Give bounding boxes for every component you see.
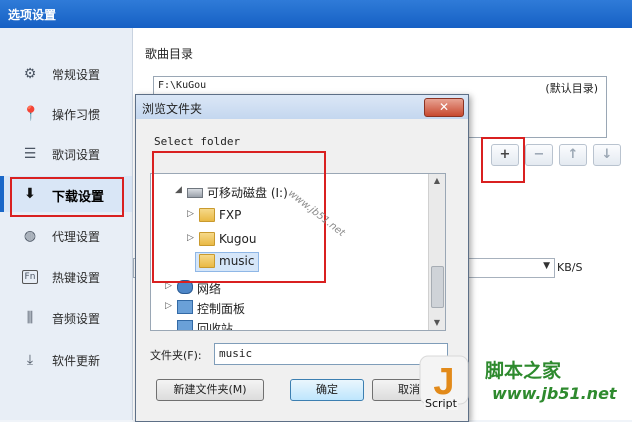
highlight-box-download — [10, 177, 124, 217]
sidebar: ⚙ 常规设置 📍 操作习惯 ☰ 歌词设置 ⬇ 下载设置 ◍ 代理设置 Fn 热键… — [0, 28, 133, 420]
tree-scrollbar[interactable]: ▲ ▼ — [428, 174, 445, 330]
update-icon: ⤓ — [26, 352, 34, 368]
new-folder-button[interactable]: 新建文件夹(M) — [156, 379, 264, 401]
close-icon[interactable]: ✕ — [424, 98, 464, 117]
folder-name-value: music — [219, 347, 253, 360]
sidebar-item-proxy[interactable]: ◍ 代理设置 — [0, 218, 132, 254]
pin-icon: 📍 — [22, 106, 40, 122]
sidebar-item-label: 代理设置 — [52, 230, 101, 244]
scroll-thumb[interactable] — [431, 266, 444, 308]
script-tag: Script — [424, 397, 458, 410]
equalizer-icon: ⫼ — [26, 310, 34, 326]
sidebar-item-label: 歌词设置 — [52, 148, 101, 162]
tree-item-recycle-bin[interactable]: 回收站 — [151, 318, 429, 331]
speed-unit-label: KB/S — [557, 261, 583, 274]
sidebar-item-label: 热键设置 — [52, 271, 101, 285]
sidebar-item-habits[interactable]: 📍 操作习惯 — [0, 96, 132, 132]
tree-item-label: 回收站 — [197, 322, 234, 331]
folder-name-input[interactable]: music — [214, 343, 448, 365]
sidebar-item-audio[interactable]: ⫼ 音频设置 — [0, 300, 132, 336]
sidebar-item-lyrics[interactable]: ☰ 歌词设置 — [0, 136, 132, 172]
chevron-down-icon: ▼ — [543, 261, 550, 271]
site-logo-text: 脚本之家 — [485, 360, 562, 382]
window-title: 选项设置 — [8, 8, 57, 22]
directory-default-note: (默认目录) — [545, 82, 598, 95]
hotkey-icon: Fn — [22, 270, 38, 284]
recycle-bin-icon — [177, 320, 193, 330]
tree-item-label: 控制面板 — [197, 302, 246, 316]
ok-button[interactable]: 确定 — [290, 379, 364, 401]
control-panel-icon — [177, 300, 193, 314]
section-title: 歌曲目录 — [145, 47, 194, 61]
lyrics-icon: ☰ — [23, 146, 37, 162]
move-down-button[interactable]: ↓ — [593, 144, 621, 166]
sidebar-item-label: 操作习惯 — [52, 108, 101, 122]
sidebar-item-general[interactable]: ⚙ 常规设置 — [0, 56, 132, 92]
highlight-box-add — [481, 137, 525, 183]
globe-icon: ◍ — [23, 228, 37, 244]
sidebar-item-hotkey[interactable]: Fn 热键设置 — [0, 259, 132, 295]
gear-icon: ⚙ — [23, 66, 37, 82]
move-up-button[interactable]: ↑ — [559, 144, 587, 166]
sidebar-item-update[interactable]: ⤓ 软件更新 — [0, 342, 132, 378]
site-logo-url: www.jb51.net — [492, 384, 617, 403]
dialog-title: 浏览文件夹 — [142, 102, 203, 116]
sidebar-item-label: 常规设置 — [52, 68, 101, 82]
sidebar-item-label: 软件更新 — [52, 354, 101, 368]
scroll-up-icon[interactable]: ▲ — [429, 174, 445, 188]
dialog-title-bar: 浏览文件夹 ✕ — [136, 95, 468, 119]
remove-directory-button[interactable]: − — [525, 144, 553, 166]
dialog-instruction: Select folder — [154, 135, 241, 148]
tree-item-control-panel[interactable]: ▷ 控制面板 — [151, 298, 429, 318]
directory-path: F:\KuGou — [158, 80, 207, 91]
window-title-bar: 选项设置 — [0, 0, 632, 28]
expand-arrow-icon: ▷ — [165, 301, 172, 311]
folder-field-label: 文件夹(F): — [150, 349, 202, 362]
sidebar-item-label: 音频设置 — [52, 312, 101, 326]
highlight-box-tree — [152, 151, 326, 283]
scroll-down-icon[interactable]: ▼ — [429, 316, 445, 330]
